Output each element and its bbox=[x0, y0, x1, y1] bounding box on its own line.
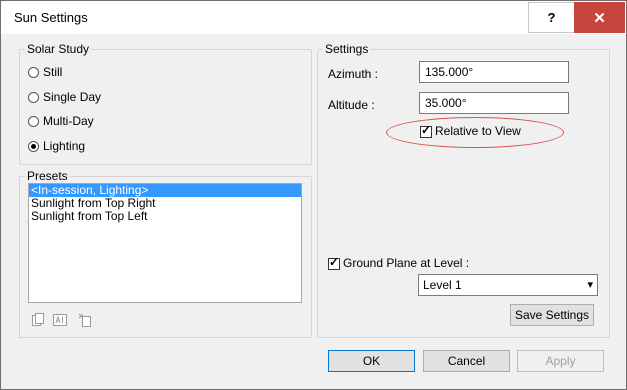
apply-button[interactable]: Apply bbox=[517, 350, 604, 372]
help-icon: ? bbox=[547, 10, 556, 25]
cancel-button[interactable]: Cancel bbox=[423, 350, 510, 372]
presets-label: Presets bbox=[25, 169, 70, 183]
level-select-value: Level 1 bbox=[423, 278, 462, 292]
azimuth-label: Azimuth : bbox=[328, 67, 379, 81]
presets-list[interactable]: <In-session, Lighting> Sunlight from Top… bbox=[28, 183, 302, 303]
radio-lighting-label: Lighting bbox=[43, 139, 86, 153]
window-title: Sun Settings bbox=[14, 10, 88, 25]
chevron-down-icon: ▾ bbox=[587, 279, 593, 291]
save-settings-button[interactable]: Save Settings bbox=[510, 304, 594, 326]
list-item[interactable]: Sunlight from Top Left bbox=[29, 210, 301, 223]
radio-single-day-indicator bbox=[28, 91, 39, 103]
title-bar: Sun Settings ? ✕ bbox=[1, 1, 626, 34]
altitude-input[interactable]: 35.000° bbox=[419, 92, 569, 114]
ok-button[interactable]: OK bbox=[328, 350, 415, 372]
delete-icon[interactable] bbox=[78, 313, 92, 327]
radio-single-day-label: Single Day bbox=[43, 90, 102, 104]
sun-settings-dialog: Sun Settings ? ✕ Solar Study Still Singl… bbox=[0, 0, 627, 390]
rename-icon[interactable] bbox=[53, 313, 67, 327]
radio-still-indicator bbox=[28, 66, 39, 78]
ground-plane-check bbox=[328, 255, 340, 270]
solar-study-label: Solar Study bbox=[25, 42, 92, 56]
annotation-ellipse bbox=[386, 117, 564, 148]
level-select[interactable]: Level 1 ▾ bbox=[418, 274, 598, 296]
close-icon: ✕ bbox=[593, 9, 606, 27]
radio-multi-day-label: Multi-Day bbox=[43, 114, 94, 128]
radio-lighting-indicator bbox=[28, 140, 39, 152]
radio-lighting[interactable]: Lighting bbox=[28, 138, 85, 154]
ground-plane-label: Ground Plane at Level : bbox=[343, 256, 470, 270]
radio-multi-day-indicator bbox=[28, 115, 39, 127]
duplicate-icon[interactable] bbox=[31, 313, 45, 327]
radio-multi-day[interactable]: Multi-Day bbox=[28, 113, 94, 129]
help-button[interactable]: ? bbox=[528, 2, 575, 33]
azimuth-input[interactable]: 135.000° bbox=[419, 61, 569, 83]
settings-label: Settings bbox=[323, 42, 371, 56]
ground-plane-checkbox[interactable]: Ground Plane at Level : bbox=[328, 255, 470, 272]
altitude-label: Altitude : bbox=[328, 98, 375, 112]
radio-still-label: Still bbox=[43, 65, 63, 79]
close-button[interactable]: ✕ bbox=[574, 2, 625, 33]
radio-still[interactable]: Still bbox=[28, 64, 62, 80]
radio-single-day[interactable]: Single Day bbox=[28, 89, 101, 105]
